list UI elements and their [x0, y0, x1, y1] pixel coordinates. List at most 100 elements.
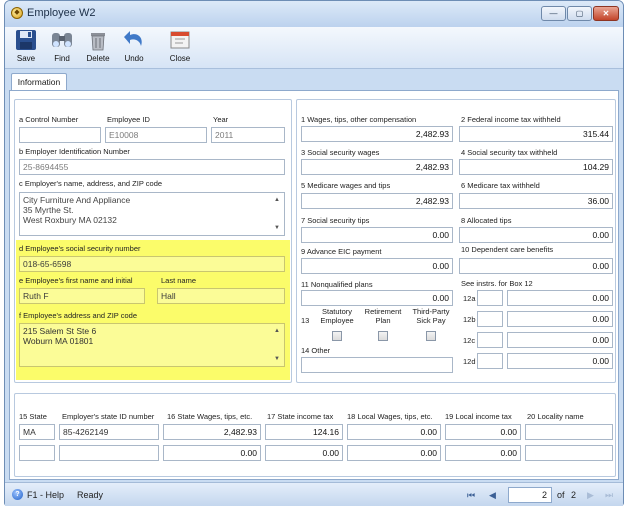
- box12a-code-field[interactable]: [477, 290, 503, 306]
- box10-field[interactable]: 0.00: [459, 258, 613, 274]
- box12b-code-label: 12b: [463, 315, 476, 324]
- local-wages-field[interactable]: 0.00: [347, 445, 441, 461]
- state-wages-field[interactable]: 2,482.93: [163, 424, 261, 440]
- box2-field[interactable]: 315.44: [459, 126, 613, 142]
- window-title: Employee W2: [27, 7, 96, 19]
- box7-field[interactable]: 0.00: [301, 227, 453, 243]
- retirement-plan-checkbox[interactable]: [378, 331, 388, 341]
- state-wages-field[interactable]: 0.00: [163, 445, 261, 461]
- last-name-label: Last name: [161, 276, 197, 285]
- employer-line-2: 35 Myrthe St.: [23, 205, 74, 215]
- employee-address-label: f Employee's address and ZIP code: [19, 311, 138, 320]
- employee-w2-window: ◆ Employee W2 — ▢ ✕ Save Find Delete Und…: [4, 0, 624, 506]
- locality-name-field[interactable]: [525, 424, 613, 440]
- local-income-tax-field[interactable]: 0.00: [445, 424, 521, 440]
- box12-label: See instrs. for Box 12: [461, 279, 533, 288]
- control-number-field[interactable]: [19, 127, 101, 143]
- status-text: Ready: [77, 490, 104, 500]
- box12b-code-field[interactable]: [477, 311, 503, 327]
- box12d-code-label: 12d: [463, 357, 476, 366]
- state-id-field[interactable]: 85-4262149: [59, 424, 159, 440]
- box12d-code-field[interactable]: [477, 353, 503, 369]
- w2-form: a Control Number Employee ID E10008 Year…: [9, 90, 619, 480]
- box12c-code-label: 12c: [463, 336, 476, 345]
- box4-field[interactable]: 104.29: [459, 159, 613, 175]
- employee-employer-panel: a Control Number Employee ID E10008 Year…: [14, 99, 292, 383]
- box12a-amount-field[interactable]: 0.00: [507, 290, 613, 306]
- box5-field[interactable]: 2,482.93: [301, 193, 453, 209]
- app-icon: ◆: [11, 7, 23, 19]
- box11-field[interactable]: 0.00: [301, 290, 453, 306]
- ssn-field[interactable]: 018-65-6598: [19, 256, 285, 272]
- title-bar[interactable]: ◆ Employee W2 — ▢ ✕: [5, 1, 623, 27]
- box12b-amount-field[interactable]: 0.00: [507, 311, 613, 327]
- year-field[interactable]: 2011: [211, 127, 285, 143]
- box3-field[interactable]: 2,482.93: [301, 159, 453, 175]
- undo-button[interactable]: Undo: [117, 29, 151, 67]
- box3-label: 3 Social security wages: [301, 148, 380, 157]
- last-record-icon[interactable]: ⏭: [605, 489, 613, 501]
- box12d-amount-field[interactable]: 0.00: [507, 353, 613, 369]
- first-name-field[interactable]: Ruth F: [19, 288, 145, 304]
- first-record-icon[interactable]: ⏮: [467, 489, 475, 501]
- wages-taxes-panel: 1 Wages, tips, other compensation 2,482.…: [296, 99, 616, 383]
- employee-id-field[interactable]: E10008: [105, 127, 207, 143]
- state-field[interactable]: [19, 445, 55, 461]
- box12c-amount-field[interactable]: 0.00: [507, 332, 613, 348]
- page-number-input[interactable]: 2: [508, 487, 552, 503]
- help-icon[interactable]: ?: [12, 489, 23, 500]
- employee-address-field[interactable]: 215 Salem St Ste 6 Woburn MA 01801 ▲ ▼: [19, 323, 285, 367]
- state-local-panel: 15 State Employer's state ID number 16 S…: [14, 393, 616, 477]
- close-button[interactable]: Close: [163, 29, 197, 67]
- box9-field[interactable]: 0.00: [301, 258, 453, 274]
- box12c-code-field[interactable]: [477, 332, 503, 348]
- scroll-down-icon[interactable]: ▼: [274, 354, 280, 364]
- next-record-icon[interactable]: ▶: [587, 489, 594, 501]
- locality-name-field[interactable]: [525, 445, 613, 461]
- toolbar: Save Find Delete Undo Close: [5, 27, 623, 69]
- save-button[interactable]: Save: [9, 29, 43, 67]
- state-header: 15 State: [19, 412, 47, 421]
- employee-address-line-1: 215 Salem St Ste 6: [23, 326, 97, 336]
- delete-button[interactable]: Delete: [81, 29, 115, 67]
- box8-field[interactable]: 0.00: [459, 227, 613, 243]
- close-window-button[interactable]: ✕: [593, 6, 619, 21]
- third-party-sick-pay-checkbox[interactable]: [426, 331, 436, 341]
- local-wages-field[interactable]: 0.00: [347, 424, 441, 440]
- find-button[interactable]: Find: [45, 29, 79, 67]
- save-label: Save: [16, 54, 36, 63]
- maximize-button[interactable]: ▢: [567, 6, 592, 21]
- box6-field[interactable]: 36.00: [459, 193, 613, 209]
- help-label[interactable]: F1 - Help: [27, 490, 64, 500]
- tab-strip: Information: [9, 73, 619, 91]
- scroll-up-icon[interactable]: ▲: [274, 326, 280, 336]
- box8-label: 8 Allocated tips: [461, 216, 512, 225]
- state-id-header: Employer's state ID number: [62, 412, 155, 421]
- employer-address-field[interactable]: City Furniture And Appliance 35 Myrthe S…: [19, 192, 285, 236]
- box14-field[interactable]: [301, 357, 453, 373]
- scroll-up-icon[interactable]: ▲: [274, 195, 280, 205]
- state-income-tax-field[interactable]: 0.00: [265, 445, 343, 461]
- tab-information[interactable]: Information: [11, 73, 67, 91]
- state-income-tax-header: 17 State income tax: [267, 412, 334, 421]
- box1-field[interactable]: 2,482.93: [301, 126, 453, 142]
- state-field[interactable]: MA: [19, 424, 55, 440]
- scroll-down-icon[interactable]: ▼: [274, 223, 280, 233]
- employer-scrollbar[interactable]: ▲ ▼: [273, 194, 283, 234]
- state-income-tax-field[interactable]: 124.16: [265, 424, 343, 440]
- status-bar: ? F1 - Help Ready ⏮ ◀ 2 of 2 ▶ ⏭: [5, 482, 623, 506]
- ein-field[interactable]: 25-8694455: [19, 159, 285, 175]
- last-name-field[interactable]: Hall: [157, 288, 285, 304]
- box5-label: 5 Medicare wages and tips: [301, 181, 391, 190]
- box2-label: 2 Federal income tax withheld: [461, 115, 561, 124]
- minimize-button[interactable]: —: [541, 6, 566, 21]
- floppy-disk-icon: [16, 30, 36, 50]
- find-label: Find: [54, 54, 70, 63]
- box10-label: 10 Dependent care benefits: [461, 245, 554, 254]
- employer-line-3: West Roxbury MA 02132: [23, 215, 117, 225]
- employee-address-scrollbar[interactable]: ▲ ▼: [273, 325, 283, 365]
- local-income-tax-field[interactable]: 0.00: [445, 445, 521, 461]
- state-id-field[interactable]: [59, 445, 159, 461]
- previous-record-icon[interactable]: ◀: [489, 489, 496, 501]
- statutory-employee-checkbox[interactable]: [332, 331, 342, 341]
